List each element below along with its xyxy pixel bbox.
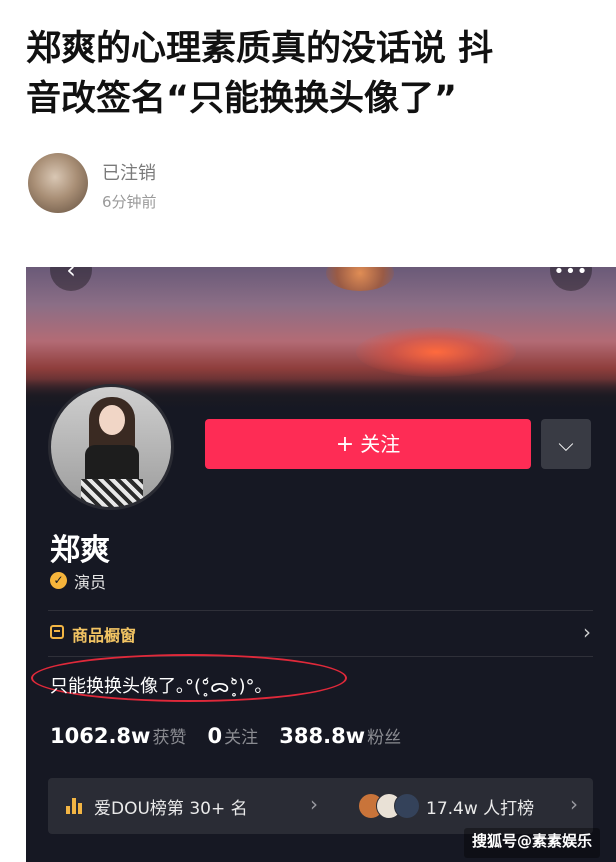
- verified-icon: ✓: [50, 572, 67, 589]
- likes-label: 获赞: [152, 728, 187, 748]
- chevron-right-icon: ›: [310, 792, 318, 816]
- cover-image: [26, 267, 616, 409]
- supporter-avatar: [394, 793, 420, 819]
- headline-line-1: 郑爽的心理素质真的没话说 抖: [26, 29, 494, 69]
- more-icon: •••: [553, 267, 589, 282]
- follow-label: 关注: [360, 432, 401, 456]
- avatar-face: [99, 405, 125, 435]
- back-icon: ‹: [66, 267, 76, 284]
- divider: [48, 610, 593, 611]
- profile-name: 郑爽: [50, 533, 110, 568]
- fans-label[interactable]: 粉丝: [367, 728, 401, 748]
- fans-count[interactable]: 388.8w: [279, 724, 365, 748]
- post-time: 6分钟前: [102, 193, 157, 211]
- dropdown-button[interactable]: ⌵: [541, 419, 591, 469]
- shop-window-row[interactable]: 商品橱窗 ›: [48, 612, 593, 656]
- profile-screenshot: ‹ ••• + 关注 ⌵ 郑爽 ✓ 演员 商品橱窗 › 只能换换头像了｡°(°̥́…: [26, 267, 616, 862]
- chevron-down-icon: ⌵: [558, 432, 574, 456]
- chevron-right-icon: ›: [583, 620, 591, 644]
- article-headline: 郑爽的心理素质真的没话说 抖 音改签名“只能换换头像了”: [26, 24, 592, 124]
- follow-button[interactable]: + 关注: [205, 419, 531, 469]
- author-name[interactable]: 已注销: [102, 159, 156, 185]
- author-avatar[interactable]: [28, 153, 88, 213]
- profile-bio: 只能换换头像了｡°(°̥́ᯅ°̥̀)°｡: [50, 676, 264, 697]
- cover-glow: [356, 327, 516, 377]
- profile-stats: 1062.8w 获赞 0 关注 388.8w 粉丝: [50, 723, 417, 753]
- rank-text[interactable]: 爱DOU榜第 30+ 名: [94, 794, 248, 819]
- source-watermark: 搜狐号@素素娱乐: [464, 828, 601, 858]
- headline-line-2: 音改签名“只能换换头像了”: [26, 79, 458, 119]
- following-label[interactable]: 关注: [224, 728, 258, 748]
- following-count[interactable]: 0: [208, 724, 223, 748]
- chevron-right-icon: ›: [570, 792, 578, 816]
- profile-avatar[interactable]: [48, 384, 174, 510]
- support-count[interactable]: 17.4w 人打榜: [426, 794, 534, 819]
- rank-bar[interactable]: 爱DOU榜第 30+ 名 › 17.4w 人打榜 ›: [48, 778, 593, 834]
- supporter-avatars: [358, 793, 424, 819]
- shop-icon: [50, 625, 64, 639]
- cover-orb: [326, 267, 394, 291]
- likes-count: 1062.8w: [50, 724, 151, 748]
- verification-text: 演员: [74, 573, 107, 592]
- avatar-skirt: [81, 479, 143, 507]
- shop-window-label: 商品橱窗: [72, 626, 137, 645]
- author-info[interactable]: 已注销 6分钟前: [28, 153, 388, 217]
- rank-bars-icon: [66, 798, 84, 814]
- plus-icon: +: [335, 432, 355, 457]
